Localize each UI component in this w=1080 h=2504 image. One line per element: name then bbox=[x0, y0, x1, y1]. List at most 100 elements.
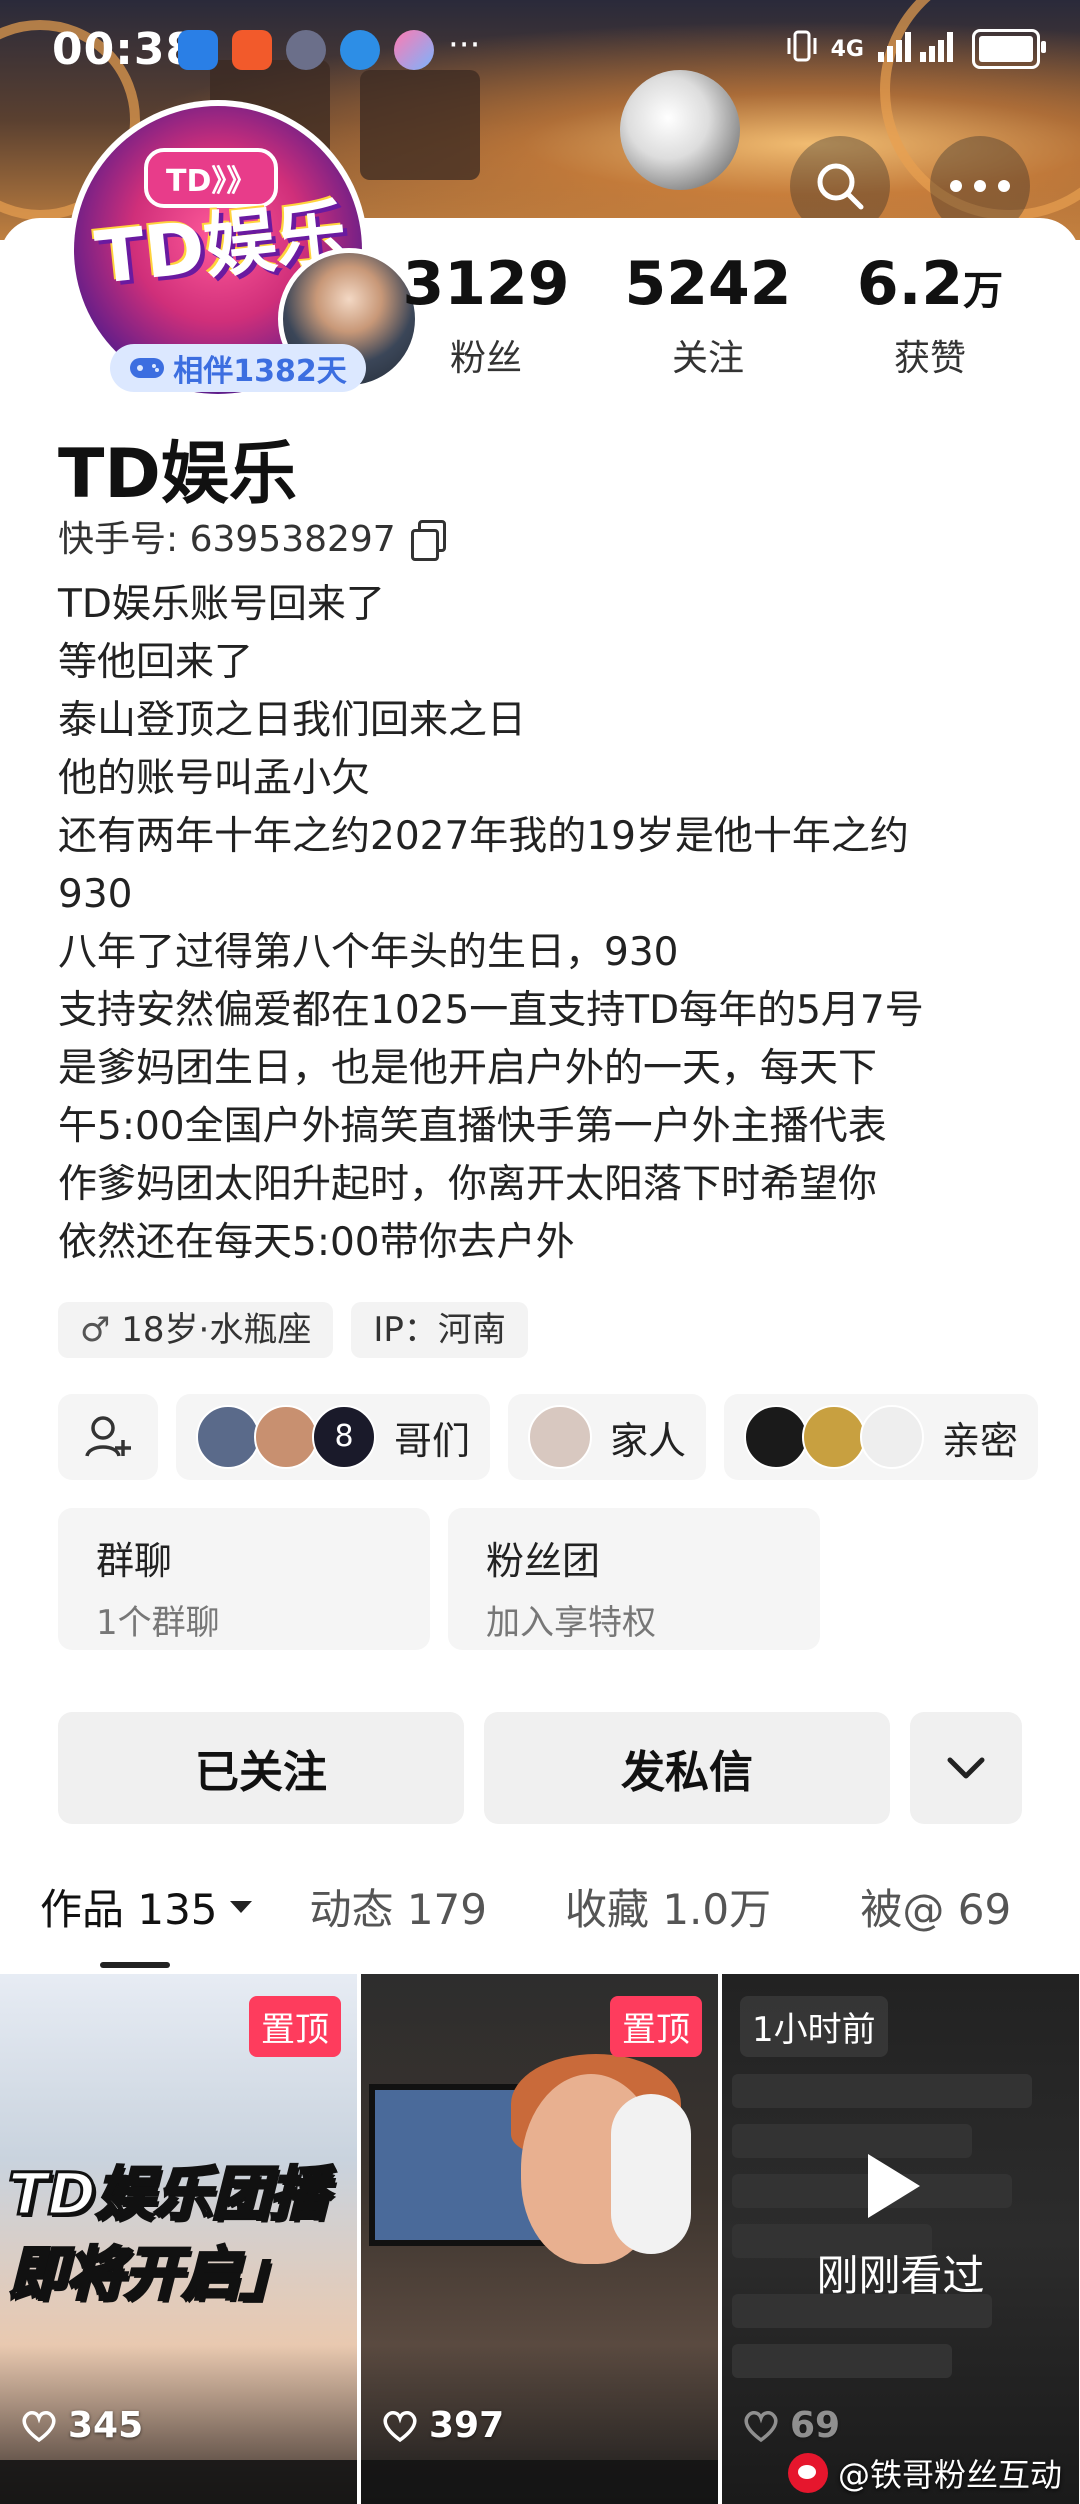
video-thumb-headphone bbox=[611, 2094, 691, 2254]
weibo-icon bbox=[787, 2453, 828, 2493]
notification-icons: ··· bbox=[178, 25, 488, 70]
pinned-badge: 置顶 bbox=[610, 1996, 702, 2057]
group-label: 家人 bbox=[610, 1418, 687, 1463]
group-chip-close[interactable]: 亲密 bbox=[724, 1394, 1039, 1480]
stat-number: 6.2万 bbox=[856, 249, 1004, 319]
video-strip bbox=[0, 2460, 357, 2504]
info-boxes: 群聊 1个群聊 粉丝团 加入享特权 bbox=[58, 1508, 820, 1650]
add-friend-button[interactable] bbox=[58, 1394, 158, 1480]
box-sub: 加入享特权 bbox=[486, 1603, 656, 1643]
app-notification-icon bbox=[340, 30, 380, 70]
more-dots-icon: ··· bbox=[448, 25, 481, 65]
stat-fans[interactable]: 3129 粉丝 bbox=[386, 252, 586, 381]
weibo-watermark: @铁哥粉丝互动 bbox=[787, 2450, 1062, 2496]
male-icon: ♂ bbox=[80, 1310, 111, 1350]
stat-following[interactable]: 5242 关注 bbox=[608, 252, 808, 381]
group-chip-buddies[interactable]: 8 哥们 bbox=[176, 1394, 491, 1480]
content-tabs: 作品 135 动态 179 收藏 1.0万 被@ 69 bbox=[40, 1876, 1060, 1937]
member-avatar bbox=[860, 1405, 925, 1469]
video-grid: TD娱乐团播 即将开启」 置顶 345 置顶 397 1小时前 刚刚看过 69 bbox=[0, 1974, 1080, 2504]
bio-line: TD娱乐账号回来了 bbox=[58, 582, 385, 627]
member-avatar bbox=[802, 1405, 867, 1469]
time-badge: 1小时前 bbox=[740, 1996, 888, 2057]
add-user-icon bbox=[85, 1416, 131, 1457]
pinned-badge: 置顶 bbox=[249, 1996, 341, 2057]
group-chat-box[interactable]: 群聊 1个群聊 bbox=[58, 1508, 430, 1650]
stat-likes[interactable]: 6.2万 获赞 bbox=[830, 252, 1030, 381]
copy-icon[interactable] bbox=[410, 520, 446, 561]
chat-line bbox=[732, 2074, 1032, 2108]
stat-label: 粉丝 bbox=[449, 338, 522, 379]
tab-mentions[interactable]: 被@ 69 bbox=[860, 1876, 1060, 1937]
profile-tags: ♂ 18岁·水瓶座 IP：河南 bbox=[58, 1302, 528, 1358]
message-button[interactable]: 发私信 bbox=[484, 1712, 890, 1824]
followed-button[interactable]: 已关注 bbox=[58, 1712, 464, 1824]
app-notification-icon bbox=[232, 30, 272, 70]
action-buttons: 已关注 发私信 bbox=[58, 1712, 1022, 1824]
bio-line: 支持安然偏爱都在1025一直支持TD每年的5月7号 bbox=[58, 988, 924, 1033]
status-time: 00:38 bbox=[52, 24, 198, 75]
app-notification-icon bbox=[394, 30, 434, 70]
kuaishou-id-text: 快手号: 639538297 bbox=[58, 519, 396, 560]
video-card[interactable]: TD娱乐团播 即将开启」 置顶 345 bbox=[0, 1974, 357, 2504]
heart-icon bbox=[744, 2410, 778, 2442]
chevron-down-icon bbox=[947, 1757, 985, 1779]
tab-underline bbox=[100, 1962, 170, 1968]
bio-line: 依然还在每天5:00带你去户外￼￼ bbox=[58, 1220, 575, 1265]
bio-line: 作爹妈团太阳升起时，你离开太阳落下时希望你 bbox=[58, 1162, 878, 1207]
group-label: 哥们 bbox=[394, 1418, 471, 1463]
days-badge[interactable]: 相伴1382天 bbox=[110, 344, 366, 392]
fan-club-box[interactable]: 粉丝团 加入享特权 bbox=[448, 1508, 820, 1650]
tab-moments[interactable]: 动态 179 bbox=[309, 1876, 565, 1937]
ip-tag: IP：河南 bbox=[351, 1302, 528, 1358]
bio-line: 等他回来了 bbox=[58, 640, 254, 685]
chat-line bbox=[732, 2124, 972, 2158]
days-badge-text: 相伴1382天 bbox=[173, 354, 347, 389]
bio-line: 还有两年十年之约2027年我的19岁是他十年之约 bbox=[58, 814, 909, 859]
stat-label: 获赞 bbox=[893, 338, 966, 379]
stat-number: 5242 bbox=[624, 249, 792, 319]
bio-line: 午5:00全国户外搞笑直播快手第一户外主播代表 bbox=[58, 1104, 887, 1149]
heart-icon bbox=[383, 2410, 417, 2442]
tab-favorites[interactable]: 收藏 1.0万 bbox=[565, 1876, 860, 1937]
like-count: 69 bbox=[742, 2405, 840, 2446]
stat-number: 3129 bbox=[402, 249, 570, 319]
expand-button[interactable] bbox=[910, 1712, 1022, 1824]
signal-icon bbox=[878, 28, 958, 70]
bio-line: 泰山登顶之日我们回来之日 bbox=[58, 698, 527, 743]
video-card[interactable]: 1小时前 刚刚看过 69 bbox=[722, 1974, 1079, 2504]
video-strip bbox=[361, 2460, 718, 2504]
vibrate-icon bbox=[787, 28, 817, 70]
heart-icon bbox=[22, 2410, 56, 2442]
profile-name: TD娱乐 bbox=[58, 435, 297, 514]
bio-line: 他的账号叫孟小欠 bbox=[58, 756, 371, 801]
just-watched-label: 刚刚看过 bbox=[816, 2251, 985, 2300]
chat-line bbox=[732, 2344, 952, 2378]
group-label: 亲密 bbox=[942, 1418, 1019, 1463]
status-bar: 00:38 ··· 4G bbox=[0, 0, 1080, 100]
tab-works[interactable]: 作品 135 bbox=[40, 1876, 309, 1937]
member-avatar bbox=[744, 1405, 809, 1469]
caret-down-icon bbox=[229, 1900, 252, 1913]
member-avatar: 8 bbox=[312, 1405, 376, 1469]
profile-bio: TD娱乐账号回来了 等他回来了 泰山登顶之日我们回来之日 他的账号叫孟小欠 还有… bbox=[58, 576, 1048, 1272]
box-sub: 1个群聊 bbox=[96, 1603, 220, 1643]
play-icon bbox=[868, 2154, 920, 2218]
status-right: 4G bbox=[787, 28, 1046, 70]
box-title: 粉丝团 bbox=[486, 1539, 601, 1583]
box-title: 群聊 bbox=[96, 1539, 173, 1583]
gamepad-icon bbox=[130, 358, 165, 378]
like-count: 397 bbox=[381, 2405, 504, 2446]
app-notification-icon bbox=[178, 30, 218, 70]
more-icon bbox=[950, 180, 1010, 192]
kuaishou-id[interactable]: 快手号: 639538297 bbox=[58, 510, 446, 562]
group-chip-family[interactable]: 家人 bbox=[508, 1394, 707, 1480]
like-count: 345 bbox=[20, 2405, 143, 2446]
bio-line: 是爹妈团生日，也是他开启户外的一天，每天下 bbox=[58, 1046, 878, 1091]
app-notification-icon bbox=[286, 30, 326, 70]
network-label: 4G bbox=[830, 36, 864, 62]
bio-line: ￼930￼ bbox=[58, 872, 133, 917]
member-avatar bbox=[254, 1405, 318, 1469]
search-icon bbox=[817, 163, 864, 210]
video-card[interactable]: 置顶 397 bbox=[361, 1974, 718, 2504]
